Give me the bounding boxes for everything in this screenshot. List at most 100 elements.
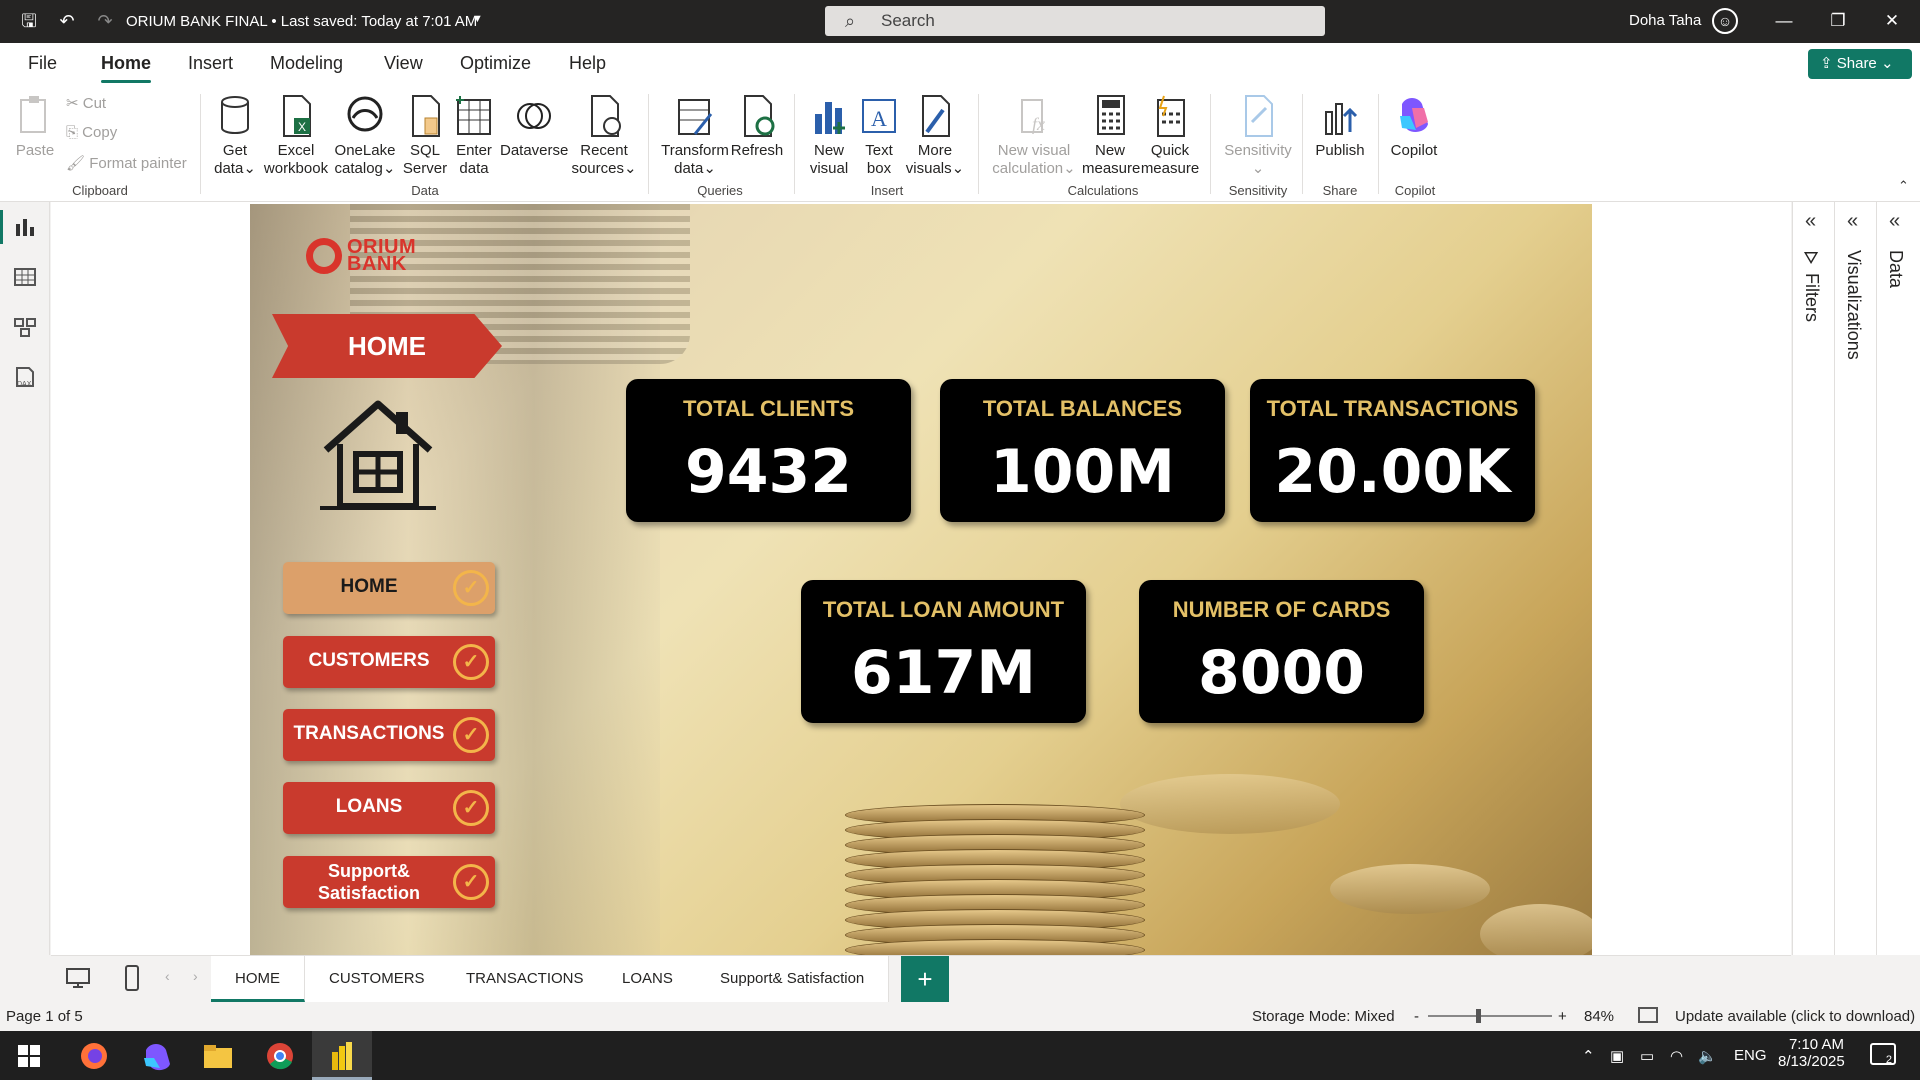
copilot-button[interactable]: Copilot xyxy=(1384,94,1444,160)
wifi-icon[interactable]: ◠ xyxy=(1670,1047,1683,1065)
redo-icon[interactable]: ↷ xyxy=(94,10,116,32)
tab-insert[interactable]: Insert xyxy=(188,53,233,74)
chrome-icon[interactable] xyxy=(264,1040,296,1072)
kpi-card-total-balances[interactable]: TOTAL BALANCES 100M xyxy=(940,379,1225,522)
report-view-icon[interactable] xyxy=(0,210,37,244)
kpi-title: TOTAL LOAN AMOUNT xyxy=(822,597,1065,622)
scroll-right-icon[interactable]: › xyxy=(193,968,198,984)
table-view-icon[interactable] xyxy=(13,266,37,288)
zoom-slider-thumb[interactable] xyxy=(1476,1009,1481,1023)
model-view-icon[interactable] xyxy=(13,316,37,338)
zoom-in-icon[interactable]: + xyxy=(1558,1008,1567,1025)
publish-button[interactable]: Publish xyxy=(1310,94,1370,160)
nav-customers-button[interactable]: CUSTOMERS ✓ xyxy=(283,636,495,688)
save-icon[interactable]: 🖫 xyxy=(18,10,40,32)
notification-icon[interactable]: 2 xyxy=(1870,1043,1896,1066)
dataverse-button[interactable]: Dataverse xyxy=(500,94,568,160)
nav-loans-button[interactable]: LOANS ✓ xyxy=(283,782,495,834)
tab-home[interactable]: Home xyxy=(101,53,152,83)
calculator-icon xyxy=(1090,94,1130,138)
new-visual-button[interactable]: New visual xyxy=(804,94,854,178)
share-button[interactable]: ⇪ Share ⌄ xyxy=(1808,49,1912,79)
kpi-card-total-clients[interactable]: TOTAL CLIENTS 9432 xyxy=(626,379,911,522)
nav-label: Support& Satisfaction xyxy=(317,861,421,903)
copy-button[interactable]: ⎘ Copy xyxy=(66,124,117,141)
chevron-up-icon[interactable]: ⌃ xyxy=(1582,1047,1595,1065)
clock[interactable]: 7:10 AM 8/13/2025 xyxy=(1778,1036,1845,1070)
data-pane-toggle[interactable]: « Data xyxy=(1876,202,1917,955)
avatar[interactable]: ☺ xyxy=(1712,8,1738,34)
format-painter-button[interactable]: 🖌 Format painter xyxy=(66,154,187,172)
add-page-button[interactable]: + xyxy=(901,956,949,1002)
minimize-icon[interactable]: — xyxy=(1764,8,1804,34)
scroll-left-icon[interactable]: ‹ xyxy=(165,968,170,984)
nav-home-button[interactable]: HOME ✓ xyxy=(283,562,495,614)
text-box-button[interactable]: A Text box xyxy=(856,94,902,178)
search-box[interactable]: ⌕ Search xyxy=(825,6,1325,36)
tab-optimize[interactable]: Optimize xyxy=(460,53,531,74)
cut-button[interactable]: ✂ Cut xyxy=(66,94,106,112)
tab-modeling[interactable]: Modeling xyxy=(270,53,343,74)
new-measure-button[interactable]: New measure xyxy=(1082,94,1140,178)
power-bi-icon[interactable] xyxy=(326,1040,358,1072)
nav-support-satisfaction-button[interactable]: Support& Satisfaction ✓ xyxy=(283,856,495,908)
filters-pane-toggle[interactable]: « ⛛ Filters xyxy=(1792,202,1833,955)
coin-image xyxy=(1330,864,1490,914)
page-tab-loans[interactable]: LOANS xyxy=(598,956,698,1002)
zoom-out-icon[interactable]: - xyxy=(1414,1008,1419,1025)
transform-data-button[interactable]: Transform data⌄ xyxy=(656,94,734,178)
kpi-value: 9432 xyxy=(685,437,852,507)
get-data-button[interactable]: Get data⌄ xyxy=(208,94,262,178)
copilot-app-icon[interactable] xyxy=(140,1040,172,1072)
more-visuals-icon xyxy=(915,94,955,138)
windows-start-icon[interactable] xyxy=(18,1045,40,1072)
firefox-icon[interactable] xyxy=(78,1040,110,1072)
kpi-card-number-of-cards[interactable]: NUMBER OF CARDS 8000 xyxy=(1139,580,1424,723)
zoom-slider[interactable] xyxy=(1428,1015,1552,1017)
language-indicator[interactable]: ENG xyxy=(1734,1047,1767,1064)
divider xyxy=(794,94,795,194)
excel-workbook-button[interactable]: X Excel workbook xyxy=(262,94,330,178)
page-tab-support-satisfaction[interactable]: Support& Satisfaction xyxy=(696,956,890,1002)
close-icon[interactable]: ✕ xyxy=(1872,8,1912,34)
battery-icon[interactable]: ▭ xyxy=(1640,1047,1654,1065)
chevron-down-icon[interactable]: ▼ xyxy=(472,13,483,25)
fit-to-page-icon[interactable] xyxy=(1638,1007,1658,1023)
sql-server-button[interactable]: SQL Server xyxy=(398,94,452,178)
sensitivity-button[interactable]: Sensitivity ⌄ xyxy=(1218,94,1298,178)
database-icon xyxy=(215,94,255,138)
onelake-catalog-button[interactable]: OneLake catalog⌄ xyxy=(332,94,398,178)
undo-icon[interactable]: ↶ xyxy=(56,10,78,32)
more-visuals-button[interactable]: More visuals⌄ xyxy=(902,94,968,178)
desktop-layout-icon[interactable] xyxy=(65,966,91,995)
title-bar: 🖫 ↶ ↷ ORIUM BANK FINAL • Last saved: Tod… xyxy=(0,0,1920,43)
kpi-card-total-loan-amount[interactable]: TOTAL LOAN AMOUNT 617M xyxy=(801,580,1086,723)
tab-file[interactable]: File xyxy=(28,53,57,74)
nav-transactions-button[interactable]: TRANSACTIONS ✓ xyxy=(283,709,495,761)
app-tray-icon[interactable]: ▣ xyxy=(1610,1047,1624,1065)
transform-icon xyxy=(675,94,715,138)
update-available-link[interactable]: Update available (click to download) xyxy=(1675,1008,1915,1025)
tab-view[interactable]: View xyxy=(384,53,423,74)
tab-help[interactable]: Help xyxy=(569,53,606,74)
page-tab-customers[interactable]: CUSTOMERS xyxy=(305,956,450,1002)
mobile-layout-icon[interactable] xyxy=(125,965,139,996)
dax-query-view-icon[interactable]: DAX xyxy=(13,366,37,388)
quick-measure-button[interactable]: Quick measure xyxy=(1140,94,1200,178)
paste-button[interactable]: Paste xyxy=(14,94,56,160)
zoom-level: 84% xyxy=(1584,1008,1615,1025)
check-icon: ✓ xyxy=(453,790,489,826)
page-tab-home[interactable]: HOME xyxy=(211,956,305,1002)
visualizations-pane-toggle[interactable]: « Visualizations xyxy=(1834,202,1875,955)
page-tab-transactions[interactable]: TRANSACTIONS xyxy=(442,956,609,1002)
enter-data-button[interactable]: Enter data xyxy=(450,94,498,178)
recent-sources-button[interactable]: Recent sources⌄ xyxy=(568,94,640,178)
refresh-button[interactable]: Refresh xyxy=(730,94,784,160)
kpi-card-total-transactions[interactable]: TOTAL TRANSACTIONS 20.00K xyxy=(1250,379,1535,522)
page-banner: HOME xyxy=(272,314,502,378)
collapse-ribbon-icon[interactable]: ⌃ xyxy=(1898,178,1909,194)
file-explorer-icon[interactable] xyxy=(202,1040,234,1072)
new-visual-calculation-button[interactable]: fx New visual calculation⌄ xyxy=(984,94,1084,178)
restore-icon[interactable]: ❐ xyxy=(1818,8,1858,34)
volume-icon[interactable]: 🔈 xyxy=(1698,1047,1717,1065)
